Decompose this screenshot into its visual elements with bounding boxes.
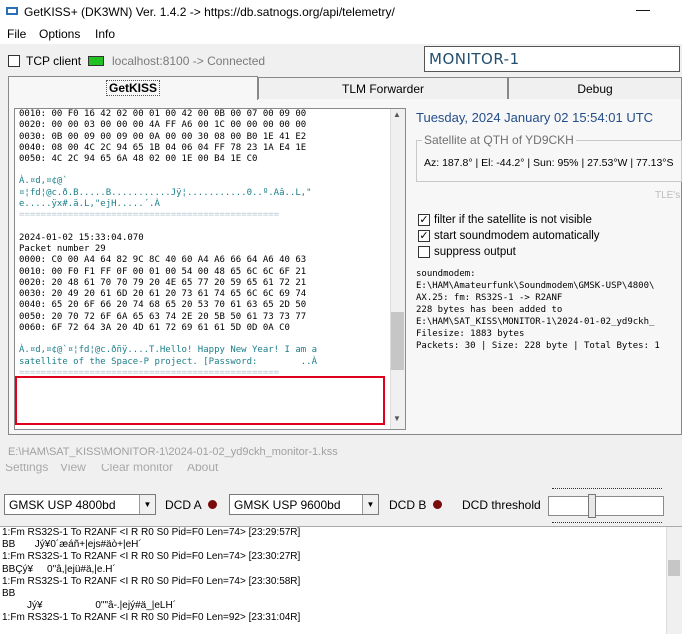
tab-debug[interactable]: Debug — [508, 77, 682, 99]
tle-label: TLE's — [655, 190, 681, 201]
packet-list-scrollbar[interactable] — [666, 527, 682, 634]
app-icon — [6, 7, 18, 15]
suppress-output-label: suppress output — [434, 246, 516, 258]
log-scrollbar-thumb[interactable] — [391, 312, 404, 370]
slider-ticks — [552, 488, 662, 492]
soundmodem-log-text: soundmodem: E:\HAM\Amateurfunk\Soundmode… — [416, 269, 660, 351]
modem-a-select[interactable]: GMSK USP 4800bd ▼ — [4, 494, 156, 515]
tab-tlm-forwarder[interactable]: TLM Forwarder — [258, 77, 508, 99]
chevron-down-icon[interactable]: ▼ — [139, 495, 155, 514]
modem-a-value: GMSK USP 4800bd — [9, 498, 116, 512]
tcp-client-checkbox[interactable] — [8, 55, 20, 67]
window-title: GetKISS+ (DK3WN) Ver. 1.4.2 -> https://d… — [24, 5, 395, 19]
dcd-threshold-slider[interactable] — [548, 496, 664, 516]
packet-list[interactable]: 1:Fm RS32S-1 To R2ANF <I R R0 S0 Pid=F0 … — [0, 526, 682, 634]
list-item: 1:Fm RS32S-1 To R2ANF <I R R0 S0 Pid=F0 … — [2, 612, 301, 624]
menu-options[interactable]: Options — [39, 27, 80, 41]
menu-info[interactable]: Info — [95, 27, 115, 41]
filter-visible-checkbox[interactable]: ✓ — [418, 214, 430, 226]
tab-getkiss[interactable]: GetKISS — [8, 76, 258, 100]
modem-b-select[interactable]: GMSK USP 9600bd ▼ — [229, 494, 379, 515]
dcd-a-label: DCD A — [165, 498, 202, 512]
menu-view[interactable]: View — [60, 464, 86, 474]
log-decoded-block-2: À.¤d,¤¢@`¤¦fd¦@c.ðñÿ....T.Hello! Happy N… — [19, 345, 318, 367]
log-separator: ========================================… — [19, 210, 280, 221]
start-soundmodem-checkbox[interactable]: ✓ — [418, 230, 430, 242]
title-bar: GetKISS+ (DK3WN) Ver. 1.4.2 -> https://d… — [0, 0, 682, 24]
filter-visible-label: filter if the satellite is not visible — [434, 214, 592, 226]
minimize-button[interactable]: — — [636, 2, 650, 18]
menu-file[interactable]: File — [7, 27, 26, 41]
log-scrollbar[interactable] — [390, 109, 405, 429]
list-item: Jý¥ 0""â-.|ejý#ä_|eLH´ — [2, 600, 177, 612]
list-item: BBÇý¥ 0"â,|ejü#ä,|e.H´ — [2, 563, 116, 575]
satellite-position: Az: 187.8° | El: -44.2° | Sun: 95% | 27.… — [424, 157, 674, 169]
tcp-client-label: TCP client — [26, 54, 82, 68]
highlight-box — [15, 376, 385, 425]
scroll-up-icon[interactable]: ▲ — [393, 110, 401, 119]
slider-ticks — [552, 519, 662, 523]
chevron-down-icon[interactable]: ▼ — [362, 495, 378, 514]
log-hex-block-2: 0000: C0 00 A4 64 82 9C 8C 40 60 A4 A6 6… — [19, 255, 307, 334]
file-path: E:\HAM\SAT_KISS\MONITOR-1\2024-01-02_yd9… — [8, 446, 338, 458]
menu-about[interactable]: About — [187, 464, 218, 474]
scroll-down-icon[interactable]: ▼ — [393, 414, 401, 423]
menu-bar: File Options Info — [0, 24, 682, 44]
list-item: 1:Fm RS32S-1 To R2ANF <I R R0 S0 Pid=F0 … — [2, 575, 301, 587]
modem-b-value: GMSK USP 9600bd — [234, 498, 341, 512]
monitor-name: MONITOR-1 — [424, 46, 680, 72]
start-soundmodem-label: start soundmodem automatically — [434, 230, 600, 242]
dcd-b-led — [433, 500, 442, 509]
connection-status: localhost:8100 -> Connected — [112, 54, 266, 68]
menu-clear-monitor[interactable]: Clear monitor — [101, 464, 173, 474]
bottom-menu: Settings View Clear monitor About — [0, 464, 682, 476]
dcd-b-label: DCD B — [389, 498, 427, 512]
log-hex-block-1: 0010: 00 F0 16 42 02 00 01 00 42 00 0B 0… — [19, 109, 307, 165]
list-item: 1:Fm RS32S-1 To R2ANF <I R R0 S0 Pid=F0 … — [2, 527, 301, 538]
list-item: BB — [2, 588, 16, 600]
dcd-threshold-thumb[interactable] — [588, 494, 597, 518]
log-timestamp: 2024-01-02 15:33:04.070 — [19, 232, 144, 243]
satellite-group-label: Satellite at QTH of YD9CKH — [422, 133, 576, 147]
dcd-threshold-label: DCD threshold — [462, 498, 541, 512]
soundmodem-log: soundmodem: E:\HAM\Amateurfunk\Soundmode… — [416, 268, 682, 368]
menu-settings[interactable]: Settings — [5, 464, 48, 474]
dcd-a-led — [208, 500, 217, 509]
log-decoded-block-1: À.¤d,¤¢@` ¤¦fd¦@c.ð.B.....B...........Jÿ… — [19, 176, 312, 210]
connection-led — [88, 56, 104, 66]
list-item: 1:Fm RS32S-1 To R2ANF <I R R0 S0 Pid=F0 … — [2, 551, 301, 563]
packet-list-scrollbar-thumb[interactable] — [668, 560, 680, 576]
tab-getkiss-label: GetKISS — [105, 80, 160, 96]
list-item: BB Jý¥0´æáñ+|ejs#äò+|eH´ — [2, 539, 142, 551]
log-packet-number: Packet number 29 — [19, 243, 106, 254]
current-datetime: Tuesday, 2024 January 02 15:54:01 UTC — [416, 110, 654, 125]
suppress-output-checkbox[interactable] — [418, 246, 430, 258]
